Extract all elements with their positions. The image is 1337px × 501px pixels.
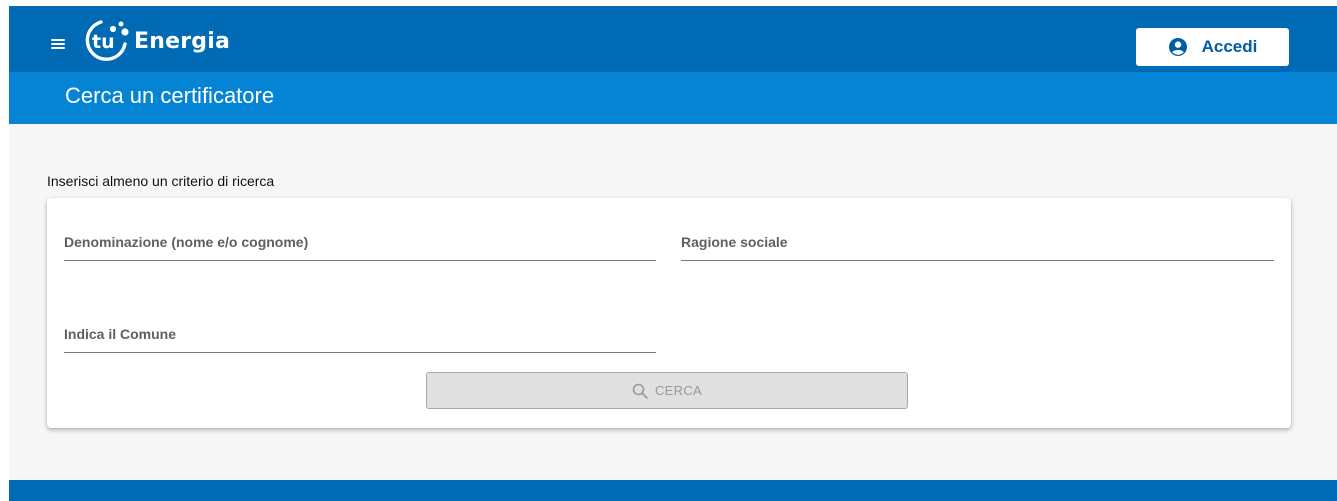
- company-name-input[interactable]: [681, 226, 1274, 260]
- login-button[interactable]: Accedi: [1136, 28, 1289, 66]
- search-form-card: Denominazione (nome e/o cognome) Ragione…: [47, 198, 1291, 428]
- search-instructions: Inserisci almeno un criterio di ricerca: [47, 173, 275, 189]
- hamburger-menu-icon[interactable]: [51, 39, 65, 50]
- page-title: Cerca un certificatore: [65, 83, 275, 108]
- footer-bar: [9, 480, 1337, 501]
- municipality-field[interactable]: Indica il Comune: [64, 318, 656, 353]
- name-search-field[interactable]: Denominazione (nome e/o cognome): [64, 226, 656, 261]
- user-circle-icon: [1168, 38, 1187, 56]
- page-frame: tu Energia Accedi Cerca un certificatore…: [0, 0, 1337, 501]
- page-title-bar: Cerca un certificatore: [9, 72, 1337, 124]
- name-input[interactable]: [64, 226, 656, 260]
- brand-name: Energia: [134, 28, 230, 54]
- login-label: Accedi: [1201, 37, 1258, 56]
- logo-text: tu: [92, 31, 115, 53]
- brand-logo[interactable]: tu Energia: [81, 19, 230, 63]
- municipality-input[interactable]: [64, 318, 656, 352]
- tu-logo-icon: tu: [85, 20, 129, 61]
- search-button-label: CERCA: [654, 383, 702, 398]
- search-icon: [632, 383, 648, 399]
- search-button[interactable]: CERCA: [426, 372, 908, 409]
- company-name-field[interactable]: Ragione sociale: [681, 226, 1274, 261]
- app-window: tu Energia Accedi Cerca un certificatore…: [9, 6, 1337, 501]
- top-navigation-bar: tu Energia Accedi: [9, 6, 1337, 72]
